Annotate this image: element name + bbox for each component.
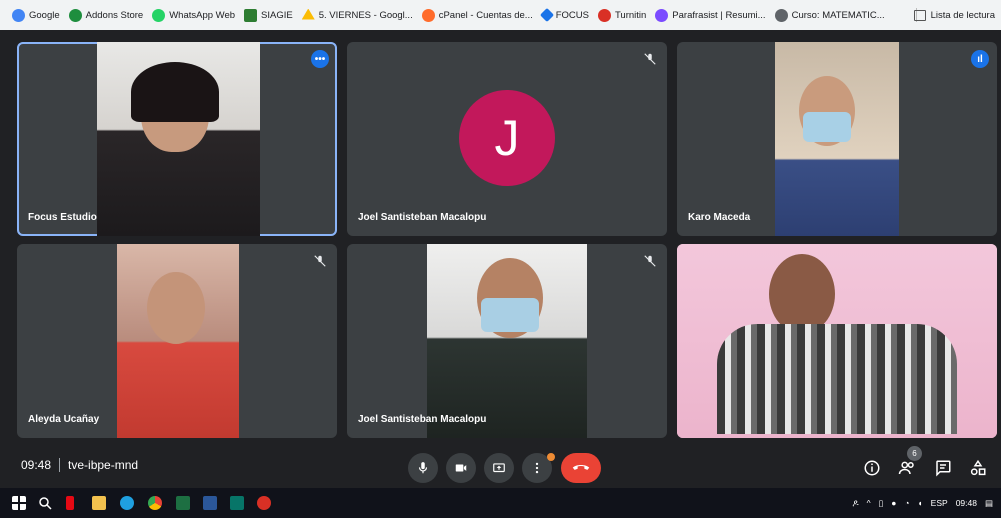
present-icon: [493, 463, 505, 473]
parafrasist-icon: [655, 8, 669, 22]
cpanel-icon: [421, 8, 435, 22]
bookmark-cpanel[interactable]: cPanel - Cuentas de...: [421, 8, 533, 22]
participant-name: Aleyda Ucañay: [28, 414, 100, 425]
netflix-icon[interactable]: [66, 496, 74, 510]
chat-button[interactable]: [932, 457, 954, 479]
course-icon: [774, 8, 788, 22]
edge-icon[interactable]: [120, 496, 134, 510]
mic-off-icon: [314, 255, 326, 267]
avatar: J: [459, 90, 555, 186]
microphone-tray-icon: ●: [891, 498, 897, 508]
volume-icon[interactable]: ◖: [918, 498, 923, 508]
chat-icon: [936, 460, 951, 477]
addons-icon: [68, 8, 82, 22]
chrome-icon[interactable]: [148, 496, 162, 510]
participant-tile-joel-video[interactable]: Joel Santisteban Macalopu: [347, 244, 667, 438]
file-explorer-icon[interactable]: [92, 496, 106, 510]
mic-off-icon: [644, 53, 656, 65]
publisher-icon[interactable]: [230, 496, 244, 510]
people-icon: [898, 461, 914, 475]
bookmark-curso[interactable]: Curso: MATEMATIC...: [774, 8, 885, 22]
participant-name: Joel Santisteban Macalopu: [358, 212, 487, 223]
bookmark-addons-store[interactable]: Addons Store: [68, 8, 143, 22]
notification-dot: [547, 453, 555, 461]
system-tray: ዶ ^ ▯ ● ◔ ◖ ESP 09:48 ▤: [852, 488, 993, 518]
reading-list-button[interactable]: Lista de lectura: [913, 0, 995, 30]
participant-tile-focus-estudio[interactable]: Focus Estudio •••: [17, 42, 337, 236]
activities-icon: [970, 459, 986, 476]
excel-icon[interactable]: [176, 496, 190, 510]
bookmark-siagie[interactable]: SIAGIE: [244, 8, 293, 22]
notifications-icon[interactable]: ▤: [985, 498, 993, 509]
windows-start-icon[interactable]: [12, 496, 26, 510]
search-icon[interactable]: [38, 496, 52, 510]
participant-name: Karo Maceda: [688, 212, 751, 223]
wifi-icon[interactable]: ◔: [904, 498, 909, 508]
battery-icon: ▯: [878, 497, 884, 508]
bookmark-google[interactable]: Google: [12, 8, 60, 22]
participant-tile-6[interactable]: [677, 244, 997, 438]
present-screen-button[interactable]: [484, 453, 514, 483]
divider: [59, 458, 61, 472]
language-indicator[interactable]: ESP: [931, 498, 948, 508]
meeting-controls: 09:48 tve-ibpe-mnd 6: [0, 446, 1001, 488]
windows-taskbar: ዶ ^ ▯ ● ◔ ◖ ESP 09:48 ▤: [0, 488, 1001, 518]
word-icon[interactable]: [203, 496, 217, 510]
turnitin-icon: [597, 8, 611, 22]
bookmarks-bar: Google Addons Store WhatsApp Web SIAGIE …: [0, 0, 1001, 30]
info-icon: [864, 460, 880, 476]
bookmark-focus[interactable]: FOCUS: [539, 7, 589, 23]
participant-video: [775, 42, 899, 236]
chevron-up-icon[interactable]: ^: [867, 498, 871, 508]
meeting-time: 09:48: [21, 458, 52, 472]
people-tray-icon[interactable]: ዶ: [852, 498, 858, 509]
reading-list-icon: [913, 9, 926, 21]
participant-name: Joel Santisteban Macalopu: [358, 414, 487, 425]
participant-video: [427, 244, 587, 438]
participant-video: [677, 244, 997, 438]
microphone-button[interactable]: [408, 453, 438, 483]
activities-button[interactable]: [967, 457, 989, 479]
clock[interactable]: 09:48: [956, 498, 977, 508]
mic-off-icon: [644, 255, 656, 267]
participant-tile-karo-maceda[interactable]: ıl Karo Maceda: [677, 42, 997, 236]
participant-name: Focus Estudio: [28, 212, 97, 223]
whatsapp-icon: [152, 8, 166, 22]
meeting-details-button[interactable]: [861, 457, 883, 479]
bookmark-parafrasist[interactable]: Parafrasist | Resumi...: [655, 8, 766, 22]
participants-button[interactable]: [896, 457, 918, 479]
camera-button[interactable]: [446, 453, 476, 483]
more-vert-icon: [535, 462, 539, 474]
participant-video: [117, 244, 239, 438]
app-icon[interactable]: [257, 496, 271, 510]
bookmark-viernes[interactable]: 5. VIERNES - Googl...: [301, 8, 413, 22]
participant-tile-joel-avatar[interactable]: J Joel Santisteban Macalopu: [347, 42, 667, 236]
participant-video: [97, 42, 260, 236]
bookmark-turnitin[interactable]: Turnitin: [597, 8, 646, 22]
drive-icon: [301, 8, 315, 20]
meeting-grid: Focus Estudio ••• J Joel Santisteban Mac…: [0, 30, 1001, 488]
microphone-icon: [418, 462, 428, 474]
end-call-icon: [572, 465, 590, 470]
siagie-icon: [244, 8, 258, 22]
speaking-indicator-icon: ıl: [971, 50, 989, 68]
meeting-code: tve-ibpe-mnd: [68, 458, 139, 472]
bookmark-whatsapp[interactable]: WhatsApp Web: [152, 8, 235, 22]
google-icon: [12, 8, 25, 22]
camera-icon: [455, 464, 467, 472]
participant-tile-aleyda-ucanay[interactable]: Aleyda Ucañay: [17, 244, 337, 438]
meeting-info: 09:48 tve-ibpe-mnd: [21, 458, 138, 472]
end-call-button[interactable]: [561, 453, 601, 483]
more-options-icon[interactable]: •••: [311, 50, 329, 68]
focus-icon: [539, 7, 554, 23]
